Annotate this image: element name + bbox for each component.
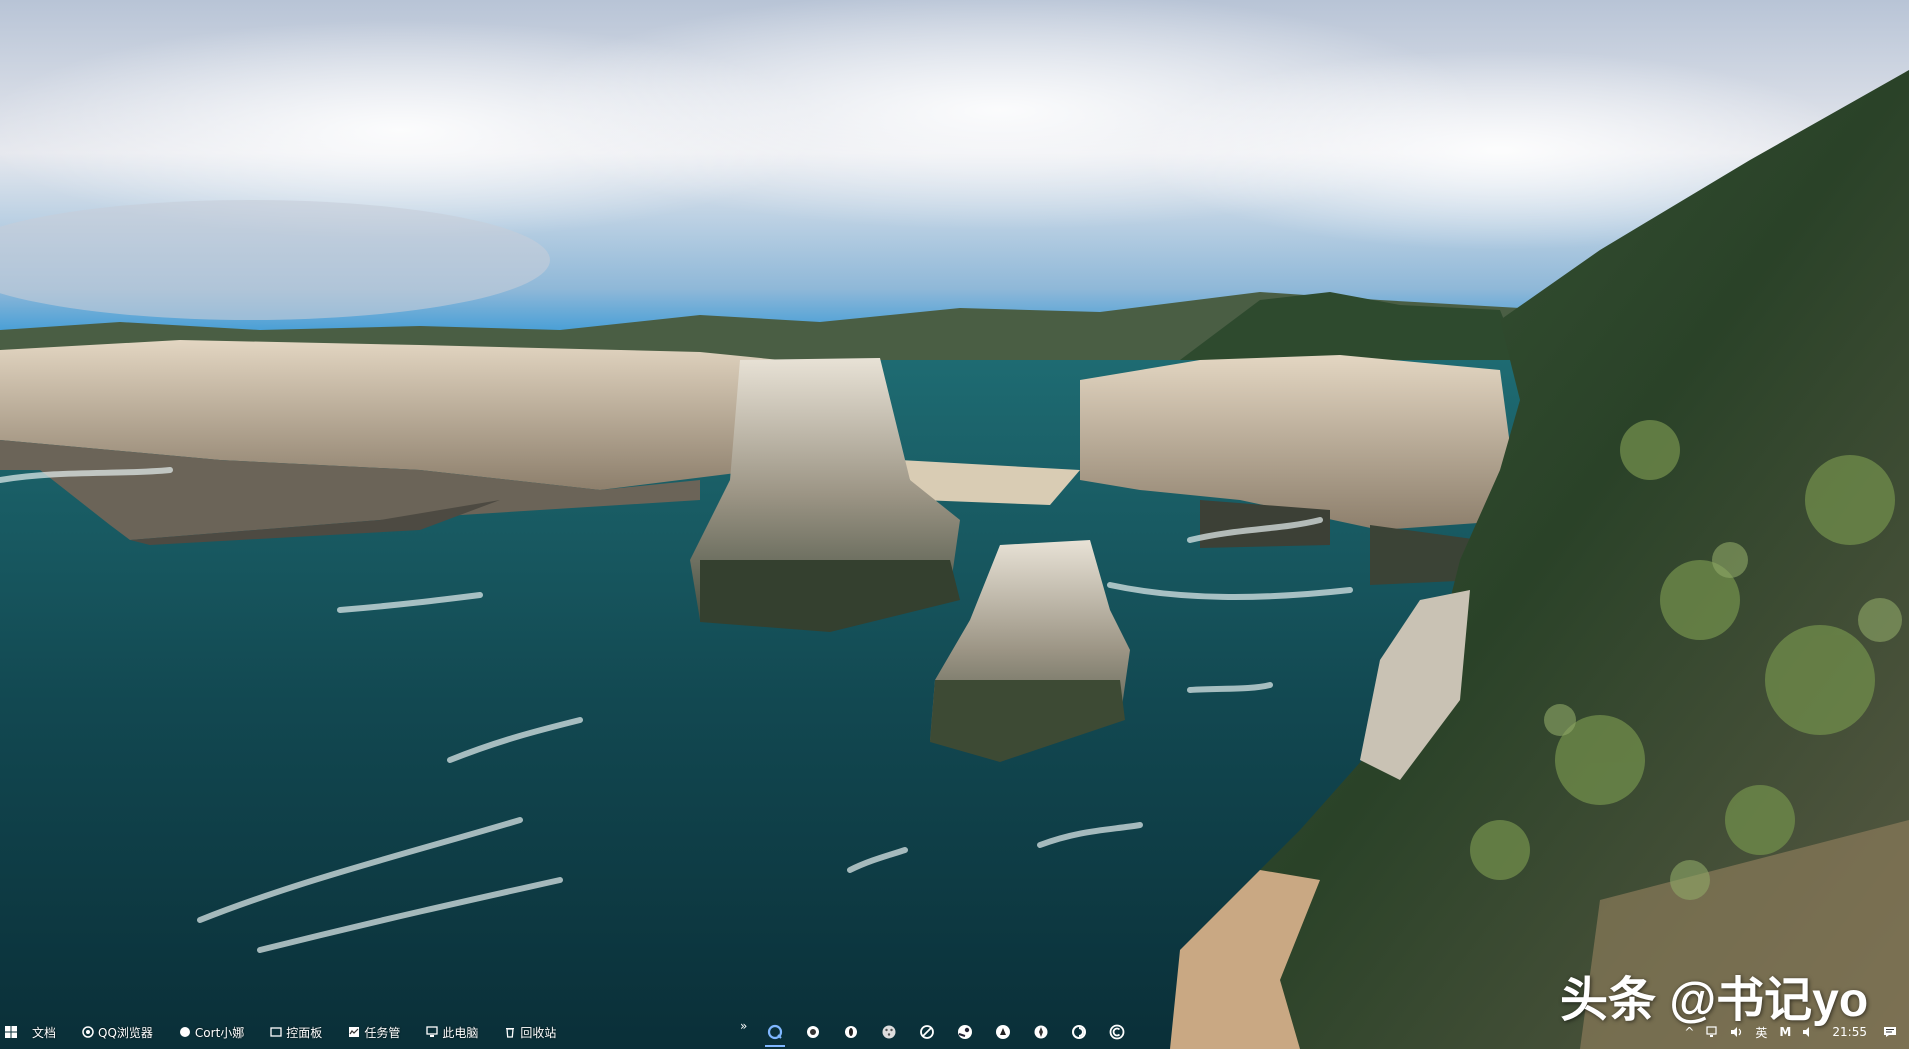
quick-link-label: 控面板 (286, 1025, 323, 1040)
quick-link-recycle-bin[interactable]: 回收站 (498, 1015, 562, 1049)
control-panel-icon (270, 1026, 282, 1038)
dots-app-icon (882, 1025, 896, 1039)
desktop: 头条 @书记yo 文档 QQ浏览器 Cort小娜 控面板 任务管 此电脑 回收站… (0, 0, 1909, 1049)
ime-indicator[interactable]: 英 (1754, 1020, 1768, 1044)
taskbar-app-c-circle[interactable] (1104, 1017, 1130, 1047)
quick-link-control-panel[interactable]: 控面板 (264, 1015, 328, 1049)
taskbar: 文档 QQ浏览器 Cort小娜 控面板 任务管 此电脑 回收站 » ^ 英 M … (0, 1015, 1909, 1049)
toolbar-overflow-chevron[interactable]: » (740, 1019, 747, 1033)
this-pc-icon (426, 1026, 438, 1038)
taskbar-app-bird[interactable] (990, 1017, 1016, 1047)
quick-link-this-pc[interactable]: 此电脑 (420, 1015, 484, 1049)
compass-app-icon (1034, 1025, 1048, 1039)
system-tray: ^ 英 M 21:55 (1682, 1015, 1909, 1049)
swirl-app-icon (1072, 1025, 1086, 1039)
bird-app-icon (996, 1025, 1010, 1039)
taskbar-app-search[interactable] (762, 1017, 788, 1047)
clock[interactable]: 21:55 (1826, 1020, 1873, 1044)
quick-link-label: 文档 (32, 1025, 57, 1040)
quick-link-cortana[interactable]: Cort小娜 (173, 1015, 250, 1049)
circle-app-icon (807, 1026, 819, 1038)
wallpaper-coastal-cliffs (0, 0, 1909, 1049)
quick-link-label: 此电脑 (442, 1025, 479, 1040)
record-app-icon (845, 1026, 857, 1038)
steam-icon (958, 1025, 972, 1039)
quick-link-documents[interactable]: 文档 (26, 1015, 62, 1049)
c-circle-app-icon (1109, 1024, 1125, 1040)
taskbar-app-steam[interactable] (952, 1017, 978, 1047)
taskbar-app-dots[interactable] (876, 1017, 902, 1047)
quick-link-label: Cort小娜 (194, 1025, 245, 1040)
taskbar-app-swirl[interactable] (1066, 1017, 1092, 1047)
windows-logo-icon (5, 1026, 17, 1038)
taskbar-app-compass[interactable] (1028, 1017, 1054, 1047)
quick-link-label: 任务管 (364, 1025, 401, 1040)
slash-app-icon (920, 1025, 934, 1039)
recycle-bin-icon (504, 1026, 516, 1038)
task-manager-icon (348, 1026, 360, 1038)
speaker-icon[interactable] (1802, 1020, 1816, 1044)
taskbar-app-circle[interactable] (800, 1017, 826, 1047)
quick-link-qq-browser[interactable]: QQ浏览器 (76, 1015, 159, 1049)
action-center-icon[interactable] (1883, 1020, 1897, 1044)
mail-icon[interactable]: M (1778, 1020, 1792, 1044)
volume-icon[interactable] (1730, 1020, 1744, 1044)
start-button[interactable] (0, 1015, 22, 1049)
taskbar-app-slash[interactable] (914, 1017, 940, 1047)
taskbar-app-record[interactable] (838, 1017, 864, 1047)
cortana-icon (179, 1026, 191, 1038)
mail-label: M (1779, 1025, 1792, 1039)
search-app-icon (767, 1024, 783, 1040)
show-hidden-icons-button[interactable]: ^ (1682, 1020, 1696, 1044)
quick-link-task-manager[interactable]: 任务管 (342, 1015, 406, 1049)
qq-browser-icon (82, 1026, 94, 1038)
quick-link-label: QQ浏览器 (98, 1025, 153, 1040)
network-icon[interactable] (1706, 1020, 1720, 1044)
quick-links-toolbar: 文档 QQ浏览器 Cort小娜 控面板 任务管 此电脑 回收站 (26, 1015, 562, 1049)
pinned-apps (762, 1015, 1130, 1049)
quick-link-label: 回收站 (520, 1025, 557, 1040)
